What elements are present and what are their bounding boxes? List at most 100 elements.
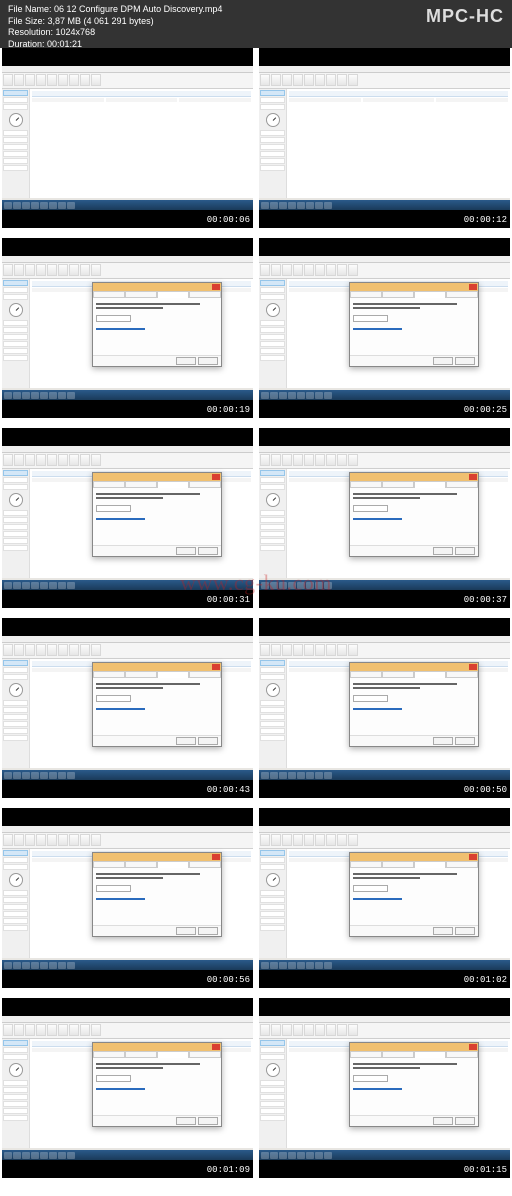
dialog-tab-active[interactable] bbox=[414, 861, 446, 868]
ribbon-button[interactable] bbox=[80, 74, 90, 86]
sidebar-item[interactable] bbox=[260, 707, 285, 713]
sidebar-item[interactable] bbox=[260, 355, 285, 361]
cancel-button[interactable] bbox=[455, 1117, 475, 1125]
taskbar-button[interactable] bbox=[270, 1152, 278, 1159]
taskbar-button[interactable] bbox=[306, 1152, 314, 1159]
taskbar-button[interactable] bbox=[31, 392, 39, 399]
sidebar-item[interactable] bbox=[260, 918, 285, 924]
sidebar-item[interactable] bbox=[260, 911, 285, 917]
dialog-tab[interactable] bbox=[350, 291, 382, 298]
taskbar-button[interactable] bbox=[31, 582, 39, 589]
dialog-tab[interactable] bbox=[125, 671, 157, 678]
dialog-tab[interactable] bbox=[93, 861, 125, 868]
sidebar-item[interactable] bbox=[3, 538, 28, 544]
ribbon-button[interactable] bbox=[69, 1024, 79, 1036]
dialog-tab-active[interactable] bbox=[157, 1051, 189, 1058]
taskbar-button[interactable] bbox=[67, 1152, 75, 1159]
ribbon-button[interactable] bbox=[315, 454, 325, 466]
thumbnail-9[interactable]: 00:01:02 bbox=[259, 808, 510, 988]
sidebar-item[interactable] bbox=[3, 334, 28, 340]
taskbar-button[interactable] bbox=[288, 1152, 296, 1159]
ribbon-button[interactable] bbox=[25, 264, 35, 276]
dialog-tab[interactable] bbox=[93, 1051, 125, 1058]
taskbar-button[interactable] bbox=[40, 392, 48, 399]
ribbon-button[interactable] bbox=[69, 74, 79, 86]
sidebar-item[interactable] bbox=[3, 850, 28, 856]
sidebar-item[interactable] bbox=[260, 1047, 285, 1053]
dialog-link[interactable] bbox=[96, 898, 145, 900]
thumbnail-4[interactable]: 00:00:31 bbox=[2, 428, 253, 608]
ribbon-button[interactable] bbox=[271, 264, 281, 276]
taskbar-button[interactable] bbox=[279, 392, 287, 399]
ribbon-button[interactable] bbox=[271, 1024, 281, 1036]
ribbon-button[interactable] bbox=[14, 454, 24, 466]
ribbon-button[interactable] bbox=[36, 1024, 46, 1036]
ribbon-button[interactable] bbox=[25, 1024, 35, 1036]
ribbon-button[interactable] bbox=[326, 74, 336, 86]
taskbar-button[interactable] bbox=[58, 392, 66, 399]
thumbnail-0[interactable]: 00:00:06 bbox=[2, 48, 253, 228]
time-input[interactable] bbox=[353, 315, 388, 322]
ribbon-button[interactable] bbox=[14, 264, 24, 276]
ribbon-button[interactable] bbox=[315, 74, 325, 86]
taskbar-button[interactable] bbox=[22, 772, 30, 779]
ribbon-button[interactable] bbox=[271, 454, 281, 466]
ribbon-button[interactable] bbox=[91, 834, 101, 846]
sidebar-item[interactable] bbox=[260, 904, 285, 910]
ribbon-button[interactable] bbox=[337, 1024, 347, 1036]
taskbar-button[interactable] bbox=[306, 392, 314, 399]
ribbon-button[interactable] bbox=[25, 834, 35, 846]
taskbar-button[interactable] bbox=[13, 582, 21, 589]
ribbon-button[interactable] bbox=[3, 454, 13, 466]
sidebar-item[interactable] bbox=[3, 90, 28, 96]
dialog-tab[interactable] bbox=[382, 671, 414, 678]
sidebar-item[interactable] bbox=[260, 1115, 285, 1121]
taskbar-button[interactable] bbox=[58, 582, 66, 589]
dialog-link[interactable] bbox=[353, 898, 402, 900]
thumbnail-7[interactable]: 00:00:50 bbox=[259, 618, 510, 798]
sidebar-item[interactable] bbox=[3, 97, 28, 103]
ribbon-button[interactable] bbox=[80, 264, 90, 276]
dialog-link[interactable] bbox=[96, 708, 145, 710]
sidebar-item[interactable] bbox=[260, 158, 285, 164]
sidebar-item[interactable] bbox=[3, 1094, 28, 1100]
taskbar-button[interactable] bbox=[4, 582, 12, 589]
close-icon[interactable] bbox=[212, 284, 220, 290]
cancel-button[interactable] bbox=[198, 1117, 218, 1125]
ribbon-button[interactable] bbox=[80, 454, 90, 466]
dialog-tab[interactable] bbox=[189, 861, 221, 868]
close-icon[interactable] bbox=[212, 474, 220, 480]
taskbar-button[interactable] bbox=[261, 772, 269, 779]
cancel-button[interactable] bbox=[455, 357, 475, 365]
ribbon-button[interactable] bbox=[3, 1024, 13, 1036]
ribbon-button[interactable] bbox=[58, 834, 68, 846]
taskbar-button[interactable] bbox=[4, 962, 12, 969]
taskbar-button[interactable] bbox=[315, 772, 323, 779]
ribbon-button[interactable] bbox=[69, 644, 79, 656]
ok-button[interactable] bbox=[433, 1117, 453, 1125]
taskbar-button[interactable] bbox=[261, 202, 269, 209]
ribbon-button[interactable] bbox=[304, 834, 314, 846]
time-input[interactable] bbox=[353, 695, 388, 702]
dialog-link[interactable] bbox=[353, 328, 402, 330]
sidebar-item[interactable] bbox=[3, 667, 28, 673]
taskbar-button[interactable] bbox=[297, 582, 305, 589]
ribbon-button[interactable] bbox=[47, 264, 57, 276]
ribbon-button[interactable] bbox=[14, 644, 24, 656]
sidebar-item[interactable] bbox=[3, 165, 28, 171]
dialog-tab[interactable] bbox=[446, 1051, 478, 1058]
close-icon[interactable] bbox=[212, 1044, 220, 1050]
ribbon-button[interactable] bbox=[293, 74, 303, 86]
taskbar-button[interactable] bbox=[40, 202, 48, 209]
taskbar-button[interactable] bbox=[67, 772, 75, 779]
sidebar-item[interactable] bbox=[3, 925, 28, 931]
taskbar-button[interactable] bbox=[288, 202, 296, 209]
ribbon-button[interactable] bbox=[282, 264, 292, 276]
taskbar-button[interactable] bbox=[315, 582, 323, 589]
dialog-link[interactable] bbox=[96, 518, 145, 520]
taskbar-button[interactable] bbox=[270, 392, 278, 399]
sidebar-item[interactable] bbox=[260, 728, 285, 734]
ribbon-button[interactable] bbox=[58, 454, 68, 466]
time-input[interactable] bbox=[353, 885, 388, 892]
ribbon-button[interactable] bbox=[293, 264, 303, 276]
